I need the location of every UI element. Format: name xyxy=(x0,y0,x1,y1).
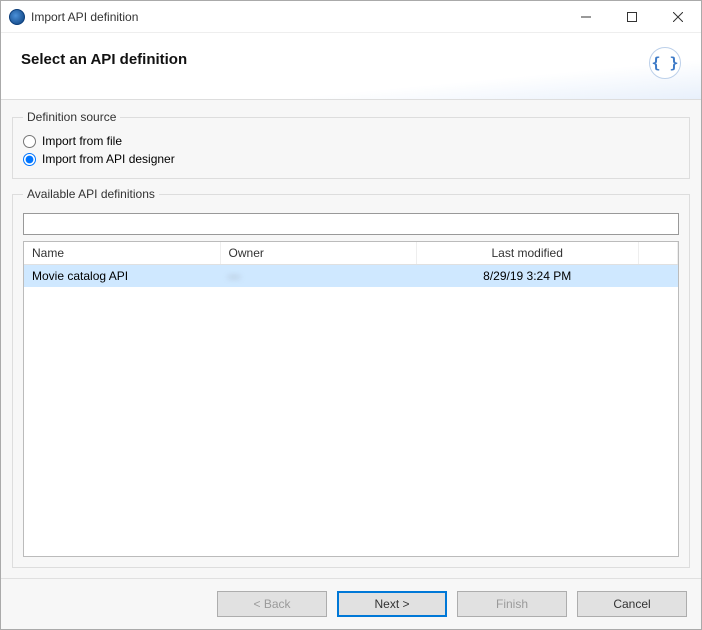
col-last-modified[interactable]: Last modified xyxy=(416,242,638,265)
table-row[interactable]: Movie catalog API — 8/29/19 3:24 PM xyxy=(24,265,678,288)
api-table-container: Name Owner Last modified Movie catalog A… xyxy=(23,241,679,557)
col-owner[interactable]: Owner xyxy=(220,242,416,265)
definition-source-group: Definition source Import from file Impor… xyxy=(12,110,690,179)
window-controls xyxy=(563,1,701,33)
radio-import-from-designer-label: Import from API designer xyxy=(42,152,175,166)
col-spacer xyxy=(638,242,677,265)
cell-owner: — xyxy=(220,265,416,288)
app-icon xyxy=(9,9,25,25)
window-title: Import API definition xyxy=(31,10,563,24)
radio-import-from-file[interactable]: Import from file xyxy=(23,132,679,150)
api-table: Name Owner Last modified Movie catalog A… xyxy=(24,242,678,287)
close-button[interactable] xyxy=(655,1,701,33)
cell-last-modified: 8/29/19 3:24 PM xyxy=(416,265,638,288)
page-title: Select an API definition xyxy=(21,51,649,68)
definition-source-legend: Definition source xyxy=(23,110,120,124)
dialog-content: Definition source Import from file Impor… xyxy=(1,99,701,578)
cell-name: Movie catalog API xyxy=(24,265,220,288)
next-button[interactable]: Next > xyxy=(337,591,447,617)
maximize-button[interactable] xyxy=(609,1,655,33)
radio-import-from-file-input[interactable] xyxy=(23,135,36,148)
radio-import-from-designer[interactable]: Import from API designer xyxy=(23,150,679,168)
table-header-row: Name Owner Last modified xyxy=(24,242,678,265)
cancel-button[interactable]: Cancel xyxy=(577,591,687,617)
button-bar: < Back Next > Finish Cancel xyxy=(1,578,701,629)
filter-input[interactable] xyxy=(23,213,679,235)
dialog-header: Select an API definition { } xyxy=(1,33,701,99)
api-braces-icon: { } xyxy=(649,47,681,79)
minimize-button[interactable] xyxy=(563,1,609,33)
back-button: < Back xyxy=(217,591,327,617)
radio-import-from-designer-input[interactable] xyxy=(23,153,36,166)
available-api-legend: Available API definitions xyxy=(23,187,159,201)
titlebar: Import API definition xyxy=(1,1,701,33)
available-api-group: Available API definitions Name Owner Las… xyxy=(12,187,690,568)
radio-import-from-file-label: Import from file xyxy=(42,134,122,148)
col-name[interactable]: Name xyxy=(24,242,220,265)
cell-spacer xyxy=(638,265,677,288)
finish-button: Finish xyxy=(457,591,567,617)
